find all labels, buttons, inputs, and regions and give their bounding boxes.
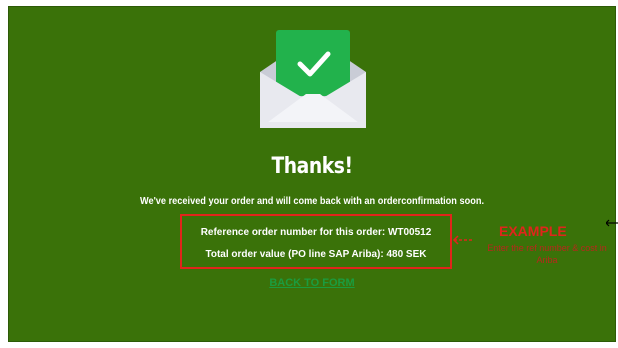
arrow-icon xyxy=(606,219,618,227)
reference-order-number: Reference order number for this order: W… xyxy=(200,227,432,238)
confirmation-message: We've received your order and will come … xyxy=(139,196,485,207)
envelope-check-icon xyxy=(260,30,366,128)
back-to-form-link[interactable]: BACK TO FORM xyxy=(9,277,615,289)
example-label: EXAMPLE xyxy=(499,223,567,239)
page-title: Thanks! xyxy=(271,154,353,179)
total-order-value: Total order value (PO line SAP Ariba): 4… xyxy=(205,249,427,260)
confirmation-panel: Thanks! We've received your order and wi… xyxy=(8,6,616,342)
annotation-connector xyxy=(452,235,472,245)
example-note: Enter the ref number & cost in Ariba xyxy=(487,243,607,265)
order-reference-box: Reference order number for this order: W… xyxy=(180,214,452,269)
